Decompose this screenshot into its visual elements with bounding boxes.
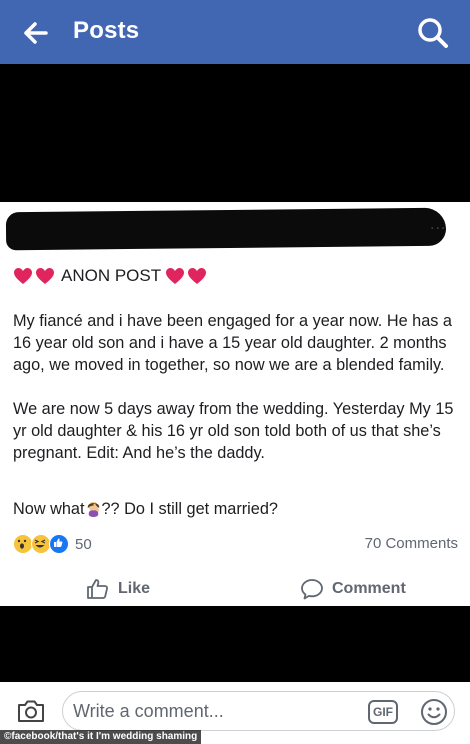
redacted-author xyxy=(5,207,447,251)
arrow-left-icon[interactable] xyxy=(22,19,50,47)
like-label: Like xyxy=(118,580,151,597)
post-text: Now what xyxy=(13,500,85,518)
heart-icon xyxy=(166,268,185,284)
top-bar: Posts xyxy=(0,0,470,64)
comment-placeholder: Write a comment... xyxy=(73,700,224,721)
heart-icon xyxy=(188,268,207,284)
post-paragraph: We are now 5 days away from the wedding.… xyxy=(13,400,454,462)
post-paragraph: My fiancé and i have been engaged for a … xyxy=(13,312,452,374)
heart-icon xyxy=(14,268,32,284)
facepalm-emoji-icon xyxy=(87,501,99,517)
post-header: ANON POST xyxy=(13,266,209,286)
post-actions: Like Comment xyxy=(0,574,470,606)
post-card: ... ANON POST My fiancé and i have been … xyxy=(0,202,470,606)
post-header-label: ANON POST xyxy=(61,266,162,285)
like-button[interactable]: Like xyxy=(86,578,150,600)
like-reaction-icon xyxy=(49,534,69,554)
post-text: ?? Do I still get married? xyxy=(101,500,278,518)
more-options-icon[interactable]: ... xyxy=(430,216,446,234)
smiley-icon[interactable] xyxy=(420,698,448,726)
comment-composer: Write a comment... GIF ©facebook/that's … xyxy=(0,682,470,744)
gif-icon[interactable]: GIF xyxy=(368,700,398,724)
search-icon[interactable] xyxy=(416,16,450,50)
post-paragraph: Now what ?? Do I still get married? xyxy=(13,498,463,520)
watermark-caption: ©facebook/that's it I'm wedding shaming xyxy=(0,730,202,744)
heart-icon xyxy=(36,268,54,284)
comment-button[interactable]: Comment xyxy=(300,578,406,600)
reaction-count: 50 xyxy=(75,535,92,553)
thumbs-up-icon xyxy=(87,579,108,599)
camera-icon[interactable] xyxy=(16,698,46,724)
reactions-summary[interactable]: 50 xyxy=(13,534,92,554)
page-title: Posts xyxy=(73,17,140,44)
comment-label: Comment xyxy=(332,580,406,597)
comments-count[interactable]: 70 Comments xyxy=(365,535,458,552)
speech-bubble-icon xyxy=(301,579,323,600)
